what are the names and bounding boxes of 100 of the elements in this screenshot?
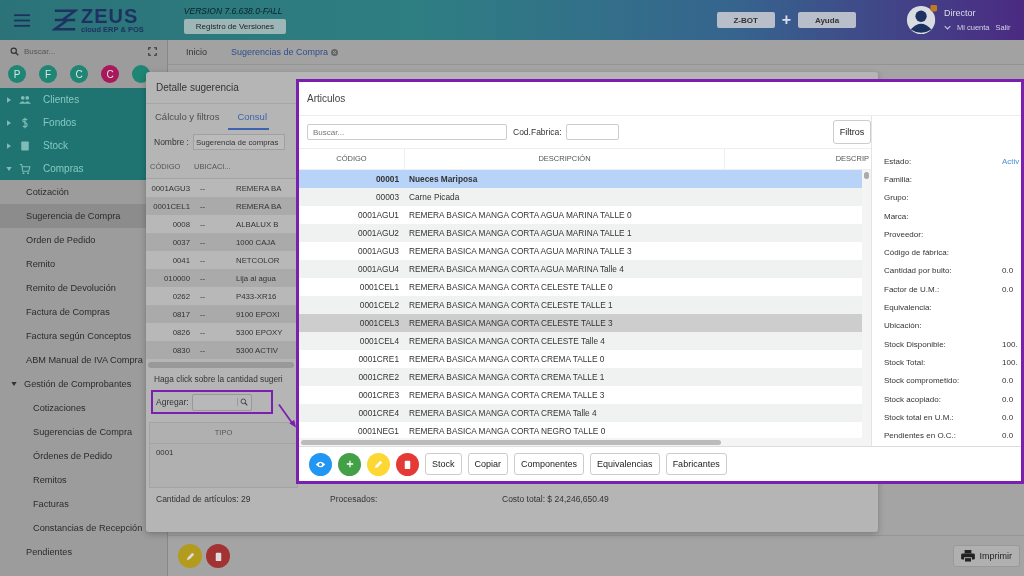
add-button[interactable] xyxy=(338,452,361,476)
detail-label: Familia: xyxy=(884,174,913,184)
box-icon xyxy=(19,139,31,152)
menu-item[interactable]: Sugerencia de Compra xyxy=(0,204,146,228)
avatar-icon[interactable] xyxy=(906,4,938,36)
hint-text: Haga click sobre la cantidad sugeri xyxy=(153,374,284,386)
detail-label: Grupo: xyxy=(884,193,910,203)
detail-label: Stock Total: xyxy=(884,357,927,367)
table-row[interactable]: 0001AGU2 REMERA BASICA MANGA CORTA AGUA MARINA TALLE 1 xyxy=(299,224,862,242)
people-icon xyxy=(19,93,31,106)
detail-label: Proveedor: xyxy=(884,229,925,239)
menu-item[interactable]: Sugerencias de Compra xyxy=(0,420,146,444)
help-button[interactable]: Ayuda xyxy=(798,12,856,28)
close-icon[interactable] xyxy=(331,48,339,56)
page-tab[interactable]: Inicio xyxy=(186,47,207,57)
action-button[interactable]: Equivalencias xyxy=(590,453,660,475)
search-icon xyxy=(10,46,19,56)
cart-icon xyxy=(19,162,31,175)
detail-label: Estado: xyxy=(884,156,913,166)
shortcut-badge[interactable]: F xyxy=(39,65,57,83)
menu-item[interactable]: Cotizaciones xyxy=(0,396,146,420)
detail-value: 100. xyxy=(1002,339,1018,349)
detail-label: Stock Disponible: xyxy=(884,339,947,349)
print-button[interactable]: Imprimir xyxy=(952,545,1020,567)
fullscreen-icon[interactable] xyxy=(148,46,157,56)
caret-icon xyxy=(7,119,11,126)
plus-sign: + xyxy=(781,11,791,29)
table-row[interactable]: 0001CEL2 REMERA BASICA MANGA CORTA CELESTE TALLE 1 xyxy=(299,296,862,314)
delete-button[interactable] xyxy=(206,544,230,568)
detail-value: Activ xyxy=(1002,156,1020,166)
detail-label: Stock comprometido: xyxy=(884,376,961,386)
detail-value: 0.0 xyxy=(1002,284,1014,294)
user-name: Director xyxy=(944,8,977,18)
printer-icon xyxy=(960,550,975,562)
table-row[interactable]: 0001CRE4 REMERA BASICA MANGA CORTA CREMA Talle 4 xyxy=(299,404,862,422)
edit-button[interactable] xyxy=(367,452,390,476)
chevron-down-icon[interactable] xyxy=(944,25,951,30)
trash-icon xyxy=(402,458,413,470)
logo-text: ZEUS xyxy=(81,6,139,27)
detail-label: Factor de U.M.: xyxy=(884,284,941,294)
table-row[interactable]: 0001AGU4 REMERA BASICA MANGA CORTA AGUA MARINA Talle 4 xyxy=(299,260,862,278)
menu-item[interactable]: Cotización xyxy=(0,180,146,204)
detail-label: Cantidad por bulto: xyxy=(884,266,953,276)
menu-item[interactable]: Pendientes xyxy=(0,540,146,564)
menu-item[interactable]: Orden de Pedido xyxy=(0,228,146,252)
view-button[interactable] xyxy=(309,452,332,476)
menu-item[interactable]: ABM Manual de IVA Compra xyxy=(0,348,146,372)
menu-group[interactable]: Gestión de Comprobantes xyxy=(0,372,146,396)
scrollbar[interactable] xyxy=(299,438,871,446)
caret-icon xyxy=(7,96,11,103)
add-field[interactable] xyxy=(191,393,252,411)
detail-label: Ubicación: xyxy=(884,321,923,331)
factory-code-field[interactable] xyxy=(565,124,619,140)
menu-icon[interactable] xyxy=(14,13,30,27)
table-row[interactable]: 0001CEL4 REMERA BASICA MANGA CORTA CELESTE Talle 4 xyxy=(299,332,862,350)
detail-value: 0.0 xyxy=(1002,394,1014,404)
versions-button[interactable]: Registro de Versiones xyxy=(183,19,287,34)
menu-item[interactable]: Factura según Conceptos xyxy=(0,324,146,348)
action-button[interactable]: Fabricantes xyxy=(665,453,727,475)
dollar-icon xyxy=(19,116,31,129)
menu-item[interactable]: Constancias de Recepción xyxy=(0,516,146,540)
dialog-title: Articulos xyxy=(299,82,1021,116)
factory-code-label: Cod.Fabrica: xyxy=(513,127,562,137)
table-row[interactable]: 00001 Nueces Mariposa xyxy=(299,170,862,188)
action-button[interactable]: Stock xyxy=(425,453,462,475)
detail-value: 0.0 xyxy=(1002,266,1014,276)
detail-value: 100. xyxy=(1002,357,1018,367)
table-row[interactable]: 00003 Carne Picada xyxy=(299,188,862,206)
search-field[interactable]: Buscar... xyxy=(24,46,143,56)
search-field[interactable]: Buscar... xyxy=(307,124,507,140)
menu-item[interactable]: Remitos xyxy=(0,468,146,492)
menu-item[interactable]: Remito xyxy=(0,252,146,276)
processed-label: Procesados: xyxy=(330,494,379,504)
scrollbar[interactable] xyxy=(862,170,871,438)
action-button[interactable]: Componentes xyxy=(514,453,585,475)
total-cost: Costo total: $ 24,246,650.49 xyxy=(502,494,609,504)
logo-icon xyxy=(52,9,78,31)
menu-item[interactable]: Remito de Devolución xyxy=(0,276,146,300)
shortcut-badge[interactable]: C xyxy=(101,65,119,83)
action-button[interactable]: Copiar xyxy=(467,453,509,475)
zbot-button[interactable]: Z-BOT xyxy=(716,12,775,28)
shortcut-badge[interactable]: C xyxy=(70,65,88,83)
search-icon[interactable] xyxy=(236,398,248,406)
caret-icon xyxy=(11,382,17,386)
menu-item[interactable]: Factura de Compras xyxy=(0,300,146,324)
table-row[interactable]: 0001CEL3 REMERA BASICA MANGA CORTA CELESTE TALLE 3 xyxy=(299,314,862,332)
filters-button[interactable]: Filtros xyxy=(833,120,871,144)
delete-button[interactable] xyxy=(396,452,419,476)
menu-item[interactable]: Órdenes de Pedido xyxy=(0,444,146,468)
table-row[interactable]: 0001CRE2 REMERA BASICA MANGA CORTA CREMA TALLE 1 xyxy=(299,368,862,386)
menu-item[interactable]: Facturas xyxy=(0,492,146,516)
name-label: Nombre : xyxy=(154,137,189,147)
plus-icon xyxy=(345,460,354,468)
caret-icon xyxy=(7,142,11,149)
version-label: VERSION 7.6.638.0-FALL xyxy=(183,6,283,16)
shortcut-badge[interactable]: P xyxy=(8,65,26,83)
dialog-tab[interactable]: Cálculo y filtros xyxy=(146,111,229,130)
detail-label: Equivalencia: xyxy=(884,303,933,312)
scrollbar[interactable] xyxy=(148,362,294,368)
detail-value: 0.0 xyxy=(1002,412,1014,422)
